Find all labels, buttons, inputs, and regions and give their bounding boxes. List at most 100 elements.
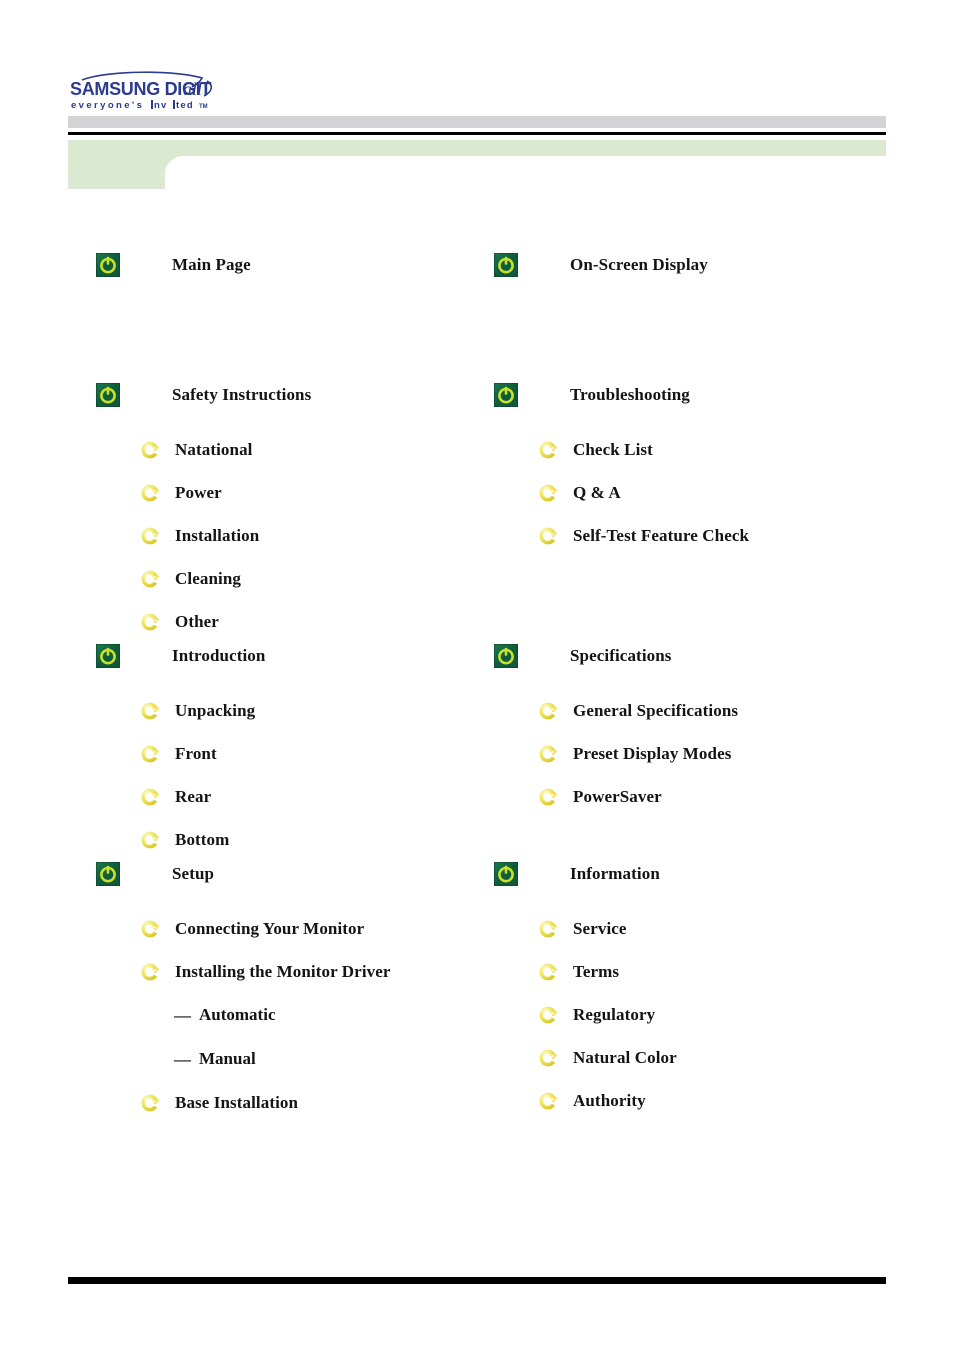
toc-subitem-label: Manual: [199, 1049, 256, 1068]
toc-item-front[interactable]: Front: [96, 732, 265, 775]
toc-item-label: Natural Color: [573, 1047, 677, 1067]
toc-item-authority[interactable]: Authority: [494, 1079, 677, 1122]
toc-item-label: PowerSaver: [573, 786, 662, 806]
toc-section-setup[interactable]: Setup: [95, 857, 391, 891]
em-dash-marker: —: [174, 1005, 191, 1025]
power-button-icon: [493, 382, 519, 408]
svg-text:everyone's: everyone's: [71, 100, 144, 111]
circle-arrow-icon: [138, 785, 162, 809]
toc-item-label: Cleaning: [175, 568, 241, 588]
toc-item-label: Base Installation: [175, 1092, 299, 1112]
toc-item-label: Front: [175, 743, 217, 763]
toc-group-on-screen-display: On-Screen Display: [493, 248, 708, 282]
power-button-icon: [493, 643, 519, 669]
toc-item-q-and-a[interactable]: Q & A: [494, 471, 749, 514]
toc-group-introduction: Introduction Unpacking Front Rear Bottom: [95, 639, 265, 861]
toc-item-natational[interactable]: Natational: [96, 428, 311, 471]
toc-group-troubleshooting: Troubleshooting Check List Q & A Self-Test …: [493, 378, 749, 557]
toc-item-general-specifications[interactable]: General Specifications: [494, 689, 738, 732]
toc-section-label: Main Page: [172, 255, 251, 274]
toc-section-specifications[interactable]: Specifications: [493, 639, 738, 673]
toc-item-other[interactable]: Other: [96, 600, 311, 643]
toc-item-label: Bottom: [175, 829, 230, 849]
banner-top-strip: [68, 140, 886, 156]
svg-text:TM: TM: [199, 104, 208, 110]
toc-item-label: Terms: [573, 961, 620, 981]
toc-item-self-test-feature-check[interactable]: Self-Test Feature Check: [494, 514, 749, 557]
circle-arrow-icon: [536, 960, 560, 984]
toc-item-label: Authority: [573, 1090, 646, 1110]
toc-item-service[interactable]: Service: [494, 907, 677, 950]
circle-arrow-icon: [138, 610, 162, 634]
circle-arrow-icon: [138, 438, 162, 462]
toc-item-label: Installing the Monitor Driver: [175, 961, 391, 981]
toc-section-label: Specifications: [570, 646, 672, 665]
toc-item-preset-display-modes[interactable]: Preset Display Modes: [494, 732, 738, 775]
toc-item-label: Unpacking: [175, 700, 256, 720]
circle-arrow-icon: [138, 699, 162, 723]
circle-arrow-icon: [536, 742, 560, 766]
toc-section-main-page[interactable]: Main Page: [95, 248, 251, 282]
toc-section-on-screen-display[interactable]: On-Screen Display: [493, 248, 708, 282]
toc-item-label: Q & A: [573, 482, 621, 502]
toc-item-label: Natational: [175, 439, 253, 459]
circle-arrow-icon: [536, 1003, 560, 1027]
toc-item-natural-color[interactable]: Natural Color: [494, 1036, 677, 1079]
circle-arrow-icon: [138, 742, 162, 766]
toc-section-troubleshooting[interactable]: Troubleshooting: [493, 378, 749, 412]
toc-group-information: Information Service Terms Regulatory Natural…: [493, 857, 677, 1122]
toc-item-rear[interactable]: Rear: [96, 775, 265, 818]
header-black-rule: [68, 132, 886, 135]
circle-arrow-icon: [138, 1091, 162, 1115]
circle-arrow-icon: [536, 1046, 560, 1070]
power-button-icon: [95, 861, 121, 887]
circle-arrow-icon: [536, 524, 560, 548]
toc-section-safety-instructions[interactable]: Safety Instructions: [95, 378, 312, 412]
circle-arrow-icon: [138, 917, 162, 941]
circle-arrow-icon: [138, 828, 162, 852]
toc-item-label: Check List: [573, 439, 653, 459]
toc-item-cleaning[interactable]: Cleaning: [96, 557, 311, 600]
toc-item-powersaver[interactable]: PowerSaver: [494, 775, 738, 818]
toc-item-installing-the-monitor-driver[interactable]: Installing the Monitor Driver: [96, 950, 391, 993]
toc-item-label: Other: [175, 611, 219, 631]
toc-section-label: Information: [570, 864, 660, 883]
toc-item-label: General Specifications: [573, 700, 739, 720]
toc-item-label: Service: [573, 918, 627, 938]
toc-group-specifications: Specifications General Specifications Pres…: [493, 639, 738, 818]
green-banner: [68, 140, 886, 189]
power-button-icon: [95, 252, 121, 278]
toc-subitem-automatic[interactable]: — Automatic: [96, 993, 391, 1037]
toc-section-introduction[interactable]: Introduction: [95, 639, 265, 673]
circle-arrow-icon: [536, 481, 560, 505]
header-gray-bar: [68, 116, 886, 128]
svg-text:all: all: [183, 79, 202, 99]
toc-section-label: On-Screen Display: [570, 255, 708, 274]
toc-section-label: Safety Instructions: [172, 385, 312, 404]
circle-arrow-icon: [138, 524, 162, 548]
samsung-digitall-logo: SAMSUNG DIGIT all everyone's nv ted TM: [68, 68, 218, 113]
toc-item-power[interactable]: Power: [96, 471, 311, 514]
toc-item-unpacking[interactable]: Unpacking: [96, 689, 265, 732]
toc-item-bottom[interactable]: Bottom: [96, 818, 265, 861]
toc-item-base-installation[interactable]: Base Installation: [96, 1081, 391, 1124]
toc-item-regulatory[interactable]: Regulatory: [494, 993, 677, 1036]
toc-subitem-label: Automatic: [199, 1005, 276, 1024]
toc-item-connecting-your-monitor[interactable]: Connecting Your Monitor: [96, 907, 391, 950]
toc-item-installation[interactable]: Installation: [96, 514, 311, 557]
toc-group-setup: Setup Connecting Your Monitor Installing t…: [95, 857, 391, 1124]
toc-group-main-page: Main Page: [95, 248, 251, 282]
toc-section-information[interactable]: Information: [493, 857, 677, 891]
toc-item-label: Power: [175, 482, 222, 502]
toc-item-label: Preset Display Modes: [573, 743, 732, 763]
toc-subitem-manual[interactable]: — Manual: [96, 1037, 391, 1081]
toc-item-terms[interactable]: Terms: [494, 950, 677, 993]
toc-item-label: Self-Test Feature Check: [573, 525, 750, 545]
toc-section-label: Troubleshooting: [570, 385, 690, 404]
toc-item-check-list[interactable]: Check List: [494, 428, 749, 471]
svg-text:ted: ted: [176, 100, 194, 111]
toc-group-safety-instructions: Safety Instructions Natational Power Instal…: [95, 378, 312, 643]
